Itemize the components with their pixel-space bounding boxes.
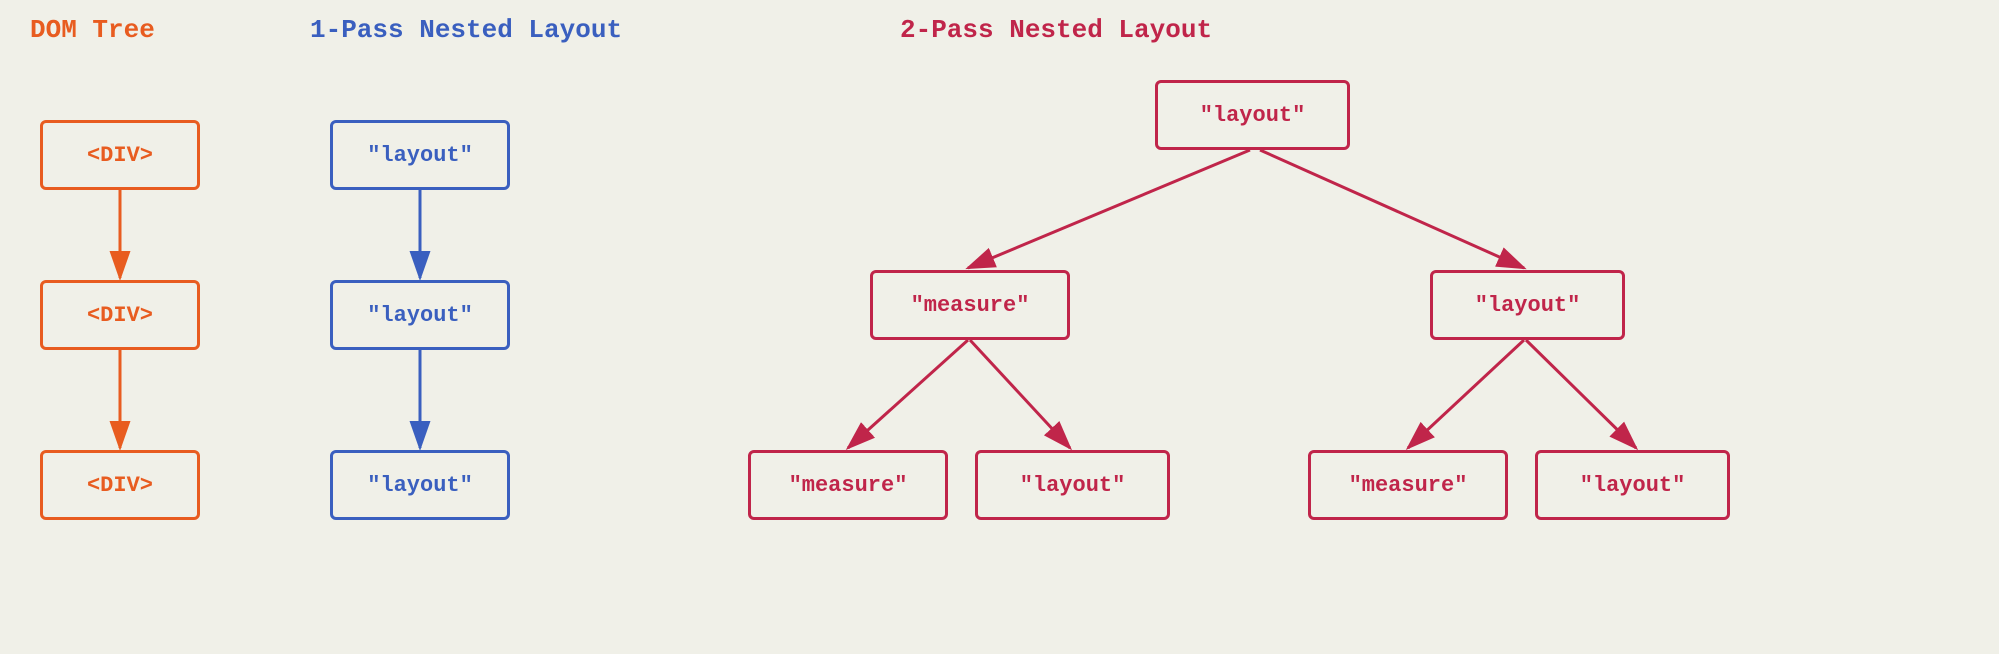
two-pass-root: "layout" xyxy=(1155,80,1350,150)
two-pass-label: 2-Pass Nested Layout xyxy=(900,15,1212,45)
two-pass-layout-3: "layout" xyxy=(1535,450,1730,520)
two-pass-measure-2: "measure" xyxy=(748,450,948,520)
dom-tree-label: DOM Tree xyxy=(30,15,155,45)
two-pass-measure-1: "measure" xyxy=(870,270,1070,340)
one-pass-node-2: "layout" xyxy=(330,280,510,350)
one-pass-label: 1-Pass Nested Layout xyxy=(310,15,622,45)
one-pass-node-1: "layout" xyxy=(330,120,510,190)
dom-node-2: <DIV> xyxy=(40,280,200,350)
dom-node-1: <DIV> xyxy=(40,120,200,190)
two-pass-layout-1: "layout" xyxy=(1430,270,1625,340)
two-pass-layout-2: "layout" xyxy=(975,450,1170,520)
dom-node-3: <DIV> xyxy=(40,450,200,520)
one-pass-node-3: "layout" xyxy=(330,450,510,520)
two-pass-measure-3: "measure" xyxy=(1308,450,1508,520)
